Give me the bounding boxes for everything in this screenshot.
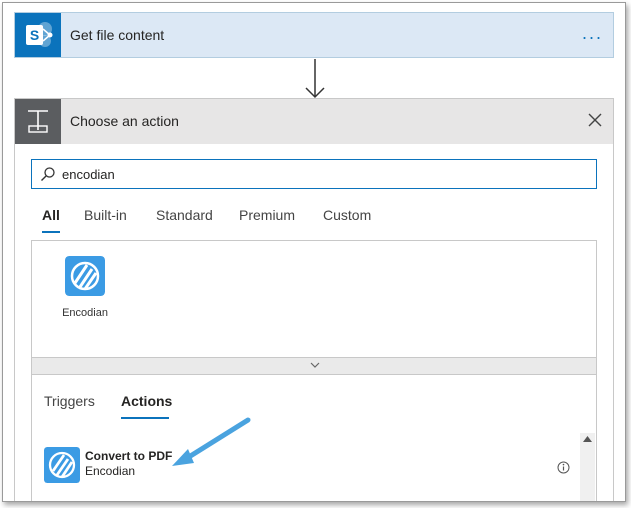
active-subtab-indicator (121, 417, 169, 419)
close-icon[interactable] (586, 111, 604, 129)
sharepoint-icon: S (15, 13, 61, 57)
action-name: Convert to PDF (85, 449, 173, 463)
tab-built-in[interactable]: Built-in (84, 207, 127, 223)
choose-action-card: Choose an action All Built-in Standard P… (14, 98, 614, 501)
action-connector-name: Encodian (85, 464, 136, 478)
action-icon (15, 99, 61, 144)
flow-arrow-icon (305, 59, 325, 99)
more-options-icon[interactable]: ... (582, 23, 603, 44)
tab-standard[interactable]: Standard (156, 207, 213, 223)
actions-panel: Triggers Actions Convert to PDF Encodian (31, 375, 597, 501)
screenshot-frame: S Get file content ... Choose an action (2, 2, 626, 502)
expand-connectors-button[interactable] (31, 357, 597, 375)
choose-action-title: Choose an action (70, 113, 179, 129)
search-input[interactable] (62, 165, 582, 183)
tab-triggers[interactable]: Triggers (44, 393, 95, 409)
tab-all[interactable]: All (42, 207, 60, 223)
active-tab-indicator (42, 231, 60, 233)
scrollbar[interactable] (580, 433, 595, 501)
tab-custom[interactable]: Custom (323, 207, 371, 223)
chevron-down-icon (310, 362, 320, 368)
scroll-up-icon[interactable] (583, 436, 592, 442)
connector-label: Encodian (62, 307, 108, 319)
tab-premium[interactable]: Premium (239, 207, 295, 223)
svg-text:S: S (30, 27, 39, 43)
connector-tile-encodian[interactable]: Encodian (55, 256, 115, 319)
trigger-card[interactable]: S Get file content ... (14, 12, 614, 58)
encodian-icon (65, 256, 105, 296)
action-item-convert-to-pdf[interactable]: Convert to PDF Encodian (40, 447, 570, 487)
connector-list: Encodian (31, 240, 597, 357)
info-icon[interactable] (557, 461, 570, 474)
encodian-icon (44, 447, 80, 483)
search-icon (41, 167, 55, 181)
search-box[interactable] (31, 159, 597, 189)
choose-action-header: Choose an action (15, 99, 613, 144)
trigger-card-title: Get file content (70, 27, 165, 43)
tab-actions[interactable]: Actions (121, 393, 172, 409)
